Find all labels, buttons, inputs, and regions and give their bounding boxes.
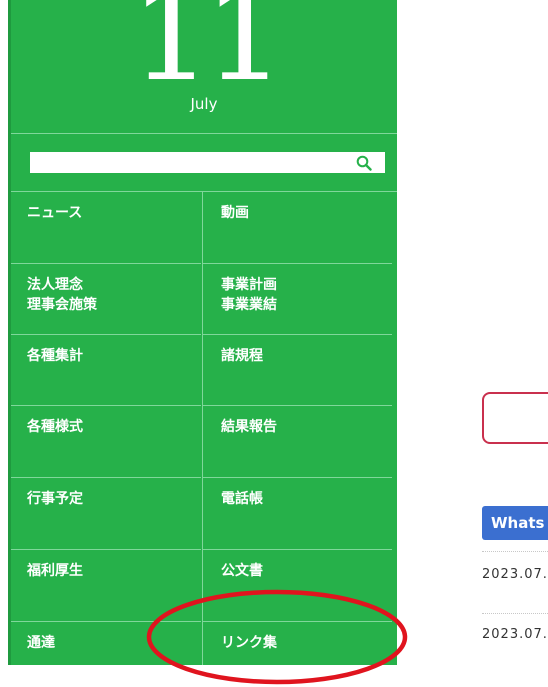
menu-item-phonebook[interactable]: 電話帳	[202, 478, 392, 550]
news-date[interactable]: 2023.07.10	[482, 627, 548, 642]
menu-item-welfare[interactable]: 福利厚生	[11, 550, 201, 622]
menu-item-events[interactable]: 行事予定	[11, 478, 201, 550]
menu-item-business-plan[interactable]: 事業計画 事業業結	[202, 264, 392, 335]
menu-item-label: 法人理念	[27, 277, 83, 293]
calendar-date: 11 July	[11, 0, 397, 134]
text-input-box[interactable]	[482, 392, 548, 444]
menu-item-label: 通達	[27, 635, 55, 651]
calendar-month: July	[190, 95, 218, 113]
menu-item-links[interactable]: リンク集	[202, 622, 392, 665]
menu-item-video[interactable]: 動画	[202, 192, 392, 264]
menu-item-regulations[interactable]: 諸規程	[202, 335, 392, 406]
menu-item-label: ニュース	[27, 205, 83, 221]
menu-item-label: 事業業結	[221, 297, 277, 313]
news-divider	[482, 613, 548, 614]
menu-item-statistics[interactable]: 各種集計	[11, 335, 201, 406]
search-bar	[11, 134, 397, 192]
menu-item-label: 事業計画	[221, 277, 277, 293]
menu-item-label: 公文書	[221, 563, 263, 579]
menu-item-label: 結果報告	[221, 419, 277, 435]
menu-item-label: 動画	[221, 205, 249, 221]
whats-new-badge: Whats	[482, 506, 548, 540]
menu-item-label: 福利厚生	[27, 563, 83, 579]
search-input[interactable]	[30, 152, 342, 173]
menu-item-forms[interactable]: 各種様式	[11, 406, 201, 478]
news-date[interactable]: 2023.07.11	[482, 567, 548, 582]
menu-item-label: リンク集	[221, 635, 277, 651]
search-button[interactable]	[342, 152, 385, 173]
menu-item-label: 各種集計	[27, 348, 83, 364]
calendar-day: 11	[130, 0, 286, 110]
menu-item-philosophy[interactable]: 法人理念 理事会施策	[11, 264, 201, 335]
menu-item-documents[interactable]: 公文書	[202, 550, 392, 622]
news-divider	[482, 551, 548, 552]
menu-item-label: 電話帳	[221, 491, 263, 507]
menu-item-news[interactable]: ニュース	[11, 192, 201, 264]
menu-item-label: 諸規程	[221, 348, 263, 364]
menu-item-reports[interactable]: 結果報告	[202, 406, 392, 478]
sidebar: 11 July ニュース 動画 法人理念 理事会施策 事業計画 事業業結 各種集計 諸規程 各種…	[8, 0, 397, 665]
menu-item-label: 理事会施策	[27, 297, 97, 313]
menu-item-label: 各種様式	[27, 419, 83, 435]
menu-item-notices[interactable]: 通達	[11, 622, 201, 665]
search-icon	[356, 155, 372, 171]
menu-item-label: 行事予定	[27, 491, 83, 507]
